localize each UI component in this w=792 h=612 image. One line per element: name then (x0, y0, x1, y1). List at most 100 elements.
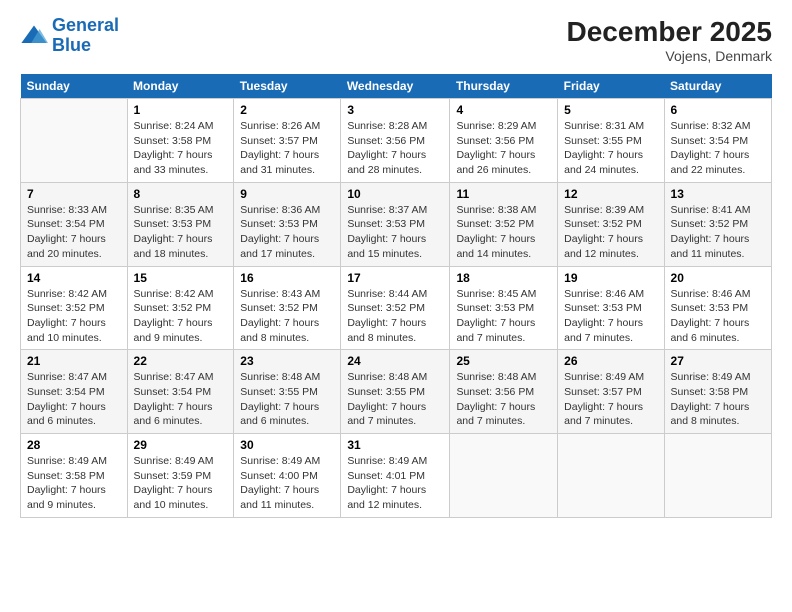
col-header-sunday: Sunday (21, 74, 128, 99)
title-area: December 2025 Vojens, Denmark (567, 16, 772, 64)
page: General Blue December 2025 Vojens, Denma… (0, 0, 792, 612)
day-number: 14 (27, 271, 121, 285)
day-info: Sunrise: 8:49 AM Sunset: 3:59 PM Dayligh… (134, 454, 228, 513)
col-header-friday: Friday (558, 74, 664, 99)
day-number: 31 (347, 438, 443, 452)
day-cell: 22 Sunrise: 8:47 AM Sunset: 3:54 PM Dayli… (127, 350, 234, 434)
day-number: 7 (27, 187, 121, 201)
day-number: 6 (671, 103, 765, 117)
day-info: Sunrise: 8:31 AM Sunset: 3:55 PM Dayligh… (564, 119, 657, 178)
day-cell (664, 434, 771, 518)
day-cell: 1 Sunrise: 8:24 AM Sunset: 3:58 PM Daylig… (127, 99, 234, 183)
week-row-4: 21 Sunrise: 8:47 AM Sunset: 3:54 PM Dayli… (21, 350, 772, 434)
col-header-tuesday: Tuesday (234, 74, 341, 99)
page-title: December 2025 (567, 16, 772, 48)
week-row-3: 14 Sunrise: 8:42 AM Sunset: 3:52 PM Dayli… (21, 266, 772, 350)
day-info: Sunrise: 8:38 AM Sunset: 3:52 PM Dayligh… (456, 203, 551, 262)
day-info: Sunrise: 8:49 AM Sunset: 3:58 PM Dayligh… (671, 370, 765, 429)
day-number: 3 (347, 103, 443, 117)
day-cell: 30 Sunrise: 8:49 AM Sunset: 4:00 PM Dayli… (234, 434, 341, 518)
day-info: Sunrise: 8:39 AM Sunset: 3:52 PM Dayligh… (564, 203, 657, 262)
day-number: 19 (564, 271, 657, 285)
day-number: 13 (671, 187, 765, 201)
day-info: Sunrise: 8:47 AM Sunset: 3:54 PM Dayligh… (134, 370, 228, 429)
day-cell (558, 434, 664, 518)
day-info: Sunrise: 8:41 AM Sunset: 3:52 PM Dayligh… (671, 203, 765, 262)
day-cell: 18 Sunrise: 8:45 AM Sunset: 3:53 PM Dayli… (450, 266, 558, 350)
logo: General Blue (20, 16, 119, 56)
day-info: Sunrise: 8:33 AM Sunset: 3:54 PM Dayligh… (27, 203, 121, 262)
day-number: 21 (27, 354, 121, 368)
day-cell: 6 Sunrise: 8:32 AM Sunset: 3:54 PM Daylig… (664, 99, 771, 183)
day-number: 27 (671, 354, 765, 368)
day-number: 8 (134, 187, 228, 201)
day-info: Sunrise: 8:49 AM Sunset: 3:57 PM Dayligh… (564, 370, 657, 429)
day-info: Sunrise: 8:29 AM Sunset: 3:56 PM Dayligh… (456, 119, 551, 178)
day-info: Sunrise: 8:43 AM Sunset: 3:52 PM Dayligh… (240, 287, 334, 346)
day-number: 12 (564, 187, 657, 201)
day-info: Sunrise: 8:42 AM Sunset: 3:52 PM Dayligh… (134, 287, 228, 346)
day-number: 1 (134, 103, 228, 117)
day-cell: 11 Sunrise: 8:38 AM Sunset: 3:52 PM Dayli… (450, 182, 558, 266)
day-info: Sunrise: 8:49 AM Sunset: 3:58 PM Dayligh… (27, 454, 121, 513)
day-cell: 5 Sunrise: 8:31 AM Sunset: 3:55 PM Daylig… (558, 99, 664, 183)
day-cell: 7 Sunrise: 8:33 AM Sunset: 3:54 PM Daylig… (21, 182, 128, 266)
logo-text: General Blue (52, 16, 119, 56)
calendar-table: SundayMondayTuesdayWednesdayThursdayFrid… (20, 74, 772, 518)
day-info: Sunrise: 8:48 AM Sunset: 3:55 PM Dayligh… (240, 370, 334, 429)
day-cell: 10Sunrise: 8:37 AM Sunset: 3:53 PM Dayli… (341, 182, 450, 266)
day-info: Sunrise: 8:49 AM Sunset: 4:01 PM Dayligh… (347, 454, 443, 513)
day-info: Sunrise: 8:46 AM Sunset: 3:53 PM Dayligh… (564, 287, 657, 346)
day-cell: 4 Sunrise: 8:29 AM Sunset: 3:56 PM Daylig… (450, 99, 558, 183)
week-row-5: 28 Sunrise: 8:49 AM Sunset: 3:58 PM Dayli… (21, 434, 772, 518)
day-cell: 25Sunrise: 8:48 AM Sunset: 3:56 PM Dayli… (450, 350, 558, 434)
day-cell (450, 434, 558, 518)
day-cell: 2Sunrise: 8:26 AM Sunset: 3:57 PM Daylig… (234, 99, 341, 183)
day-info: Sunrise: 8:46 AM Sunset: 3:53 PM Dayligh… (671, 287, 765, 346)
day-cell: 23Sunrise: 8:48 AM Sunset: 3:55 PM Dayli… (234, 350, 341, 434)
day-info: Sunrise: 8:28 AM Sunset: 3:56 PM Dayligh… (347, 119, 443, 178)
day-cell: 20 Sunrise: 8:46 AM Sunset: 3:53 PM Dayli… (664, 266, 771, 350)
day-cell: 3 Sunrise: 8:28 AM Sunset: 3:56 PM Daylig… (341, 99, 450, 183)
day-cell: 14 Sunrise: 8:42 AM Sunset: 3:52 PM Dayli… (21, 266, 128, 350)
col-header-monday: Monday (127, 74, 234, 99)
day-number: 26 (564, 354, 657, 368)
day-number: 28 (27, 438, 121, 452)
header-row: SundayMondayTuesdayWednesdayThursdayFrid… (21, 74, 772, 99)
day-cell: 16 Sunrise: 8:43 AM Sunset: 3:52 PM Dayli… (234, 266, 341, 350)
day-cell: 26 Sunrise: 8:49 AM Sunset: 3:57 PM Dayli… (558, 350, 664, 434)
day-number: 16 (240, 271, 334, 285)
day-info: Sunrise: 8:32 AM Sunset: 3:54 PM Dayligh… (671, 119, 765, 178)
day-cell: 8 Sunrise: 8:35 AM Sunset: 3:53 PM Daylig… (127, 182, 234, 266)
day-number: 2 (240, 103, 334, 117)
subtitle: Vojens, Denmark (567, 48, 772, 64)
day-number: 18 (456, 271, 551, 285)
day-info: Sunrise: 8:42 AM Sunset: 3:52 PM Dayligh… (27, 287, 121, 346)
day-number: 17 (347, 271, 443, 285)
day-cell: 17 Sunrise: 8:44 AM Sunset: 3:52 PM Dayli… (341, 266, 450, 350)
day-cell: 19 Sunrise: 8:46 AM Sunset: 3:53 PM Dayli… (558, 266, 664, 350)
day-number: 5 (564, 103, 657, 117)
day-info: Sunrise: 8:45 AM Sunset: 3:53 PM Dayligh… (456, 287, 551, 346)
week-row-2: 7 Sunrise: 8:33 AM Sunset: 3:54 PM Daylig… (21, 182, 772, 266)
day-cell: 29Sunrise: 8:49 AM Sunset: 3:59 PM Dayli… (127, 434, 234, 518)
day-number: 9 (240, 187, 334, 201)
day-number: 30 (240, 438, 334, 452)
day-number: 4 (456, 103, 551, 117)
day-info: Sunrise: 8:48 AM Sunset: 3:56 PM Dayligh… (456, 370, 551, 429)
day-cell: 24 Sunrise: 8:48 AM Sunset: 3:55 PM Dayli… (341, 350, 450, 434)
day-number: 22 (134, 354, 228, 368)
day-info: Sunrise: 8:44 AM Sunset: 3:52 PM Dayligh… (347, 287, 443, 346)
day-cell: 12 Sunrise: 8:39 AM Sunset: 3:52 PM Dayli… (558, 182, 664, 266)
day-cell: 15Sunrise: 8:42 AM Sunset: 3:52 PM Dayli… (127, 266, 234, 350)
day-number: 24 (347, 354, 443, 368)
day-info: Sunrise: 8:49 AM Sunset: 4:00 PM Dayligh… (240, 454, 334, 513)
day-info: Sunrise: 8:48 AM Sunset: 3:55 PM Dayligh… (347, 370, 443, 429)
day-info: Sunrise: 8:24 AM Sunset: 3:58 PM Dayligh… (134, 119, 228, 178)
day-cell: 27 Sunrise: 8:49 AM Sunset: 3:58 PM Dayli… (664, 350, 771, 434)
day-number: 11 (456, 187, 551, 201)
col-header-wednesday: Wednesday (341, 74, 450, 99)
day-cell: 9Sunrise: 8:36 AM Sunset: 3:53 PM Daylig… (234, 182, 341, 266)
day-number: 20 (671, 271, 765, 285)
day-info: Sunrise: 8:35 AM Sunset: 3:53 PM Dayligh… (134, 203, 228, 262)
